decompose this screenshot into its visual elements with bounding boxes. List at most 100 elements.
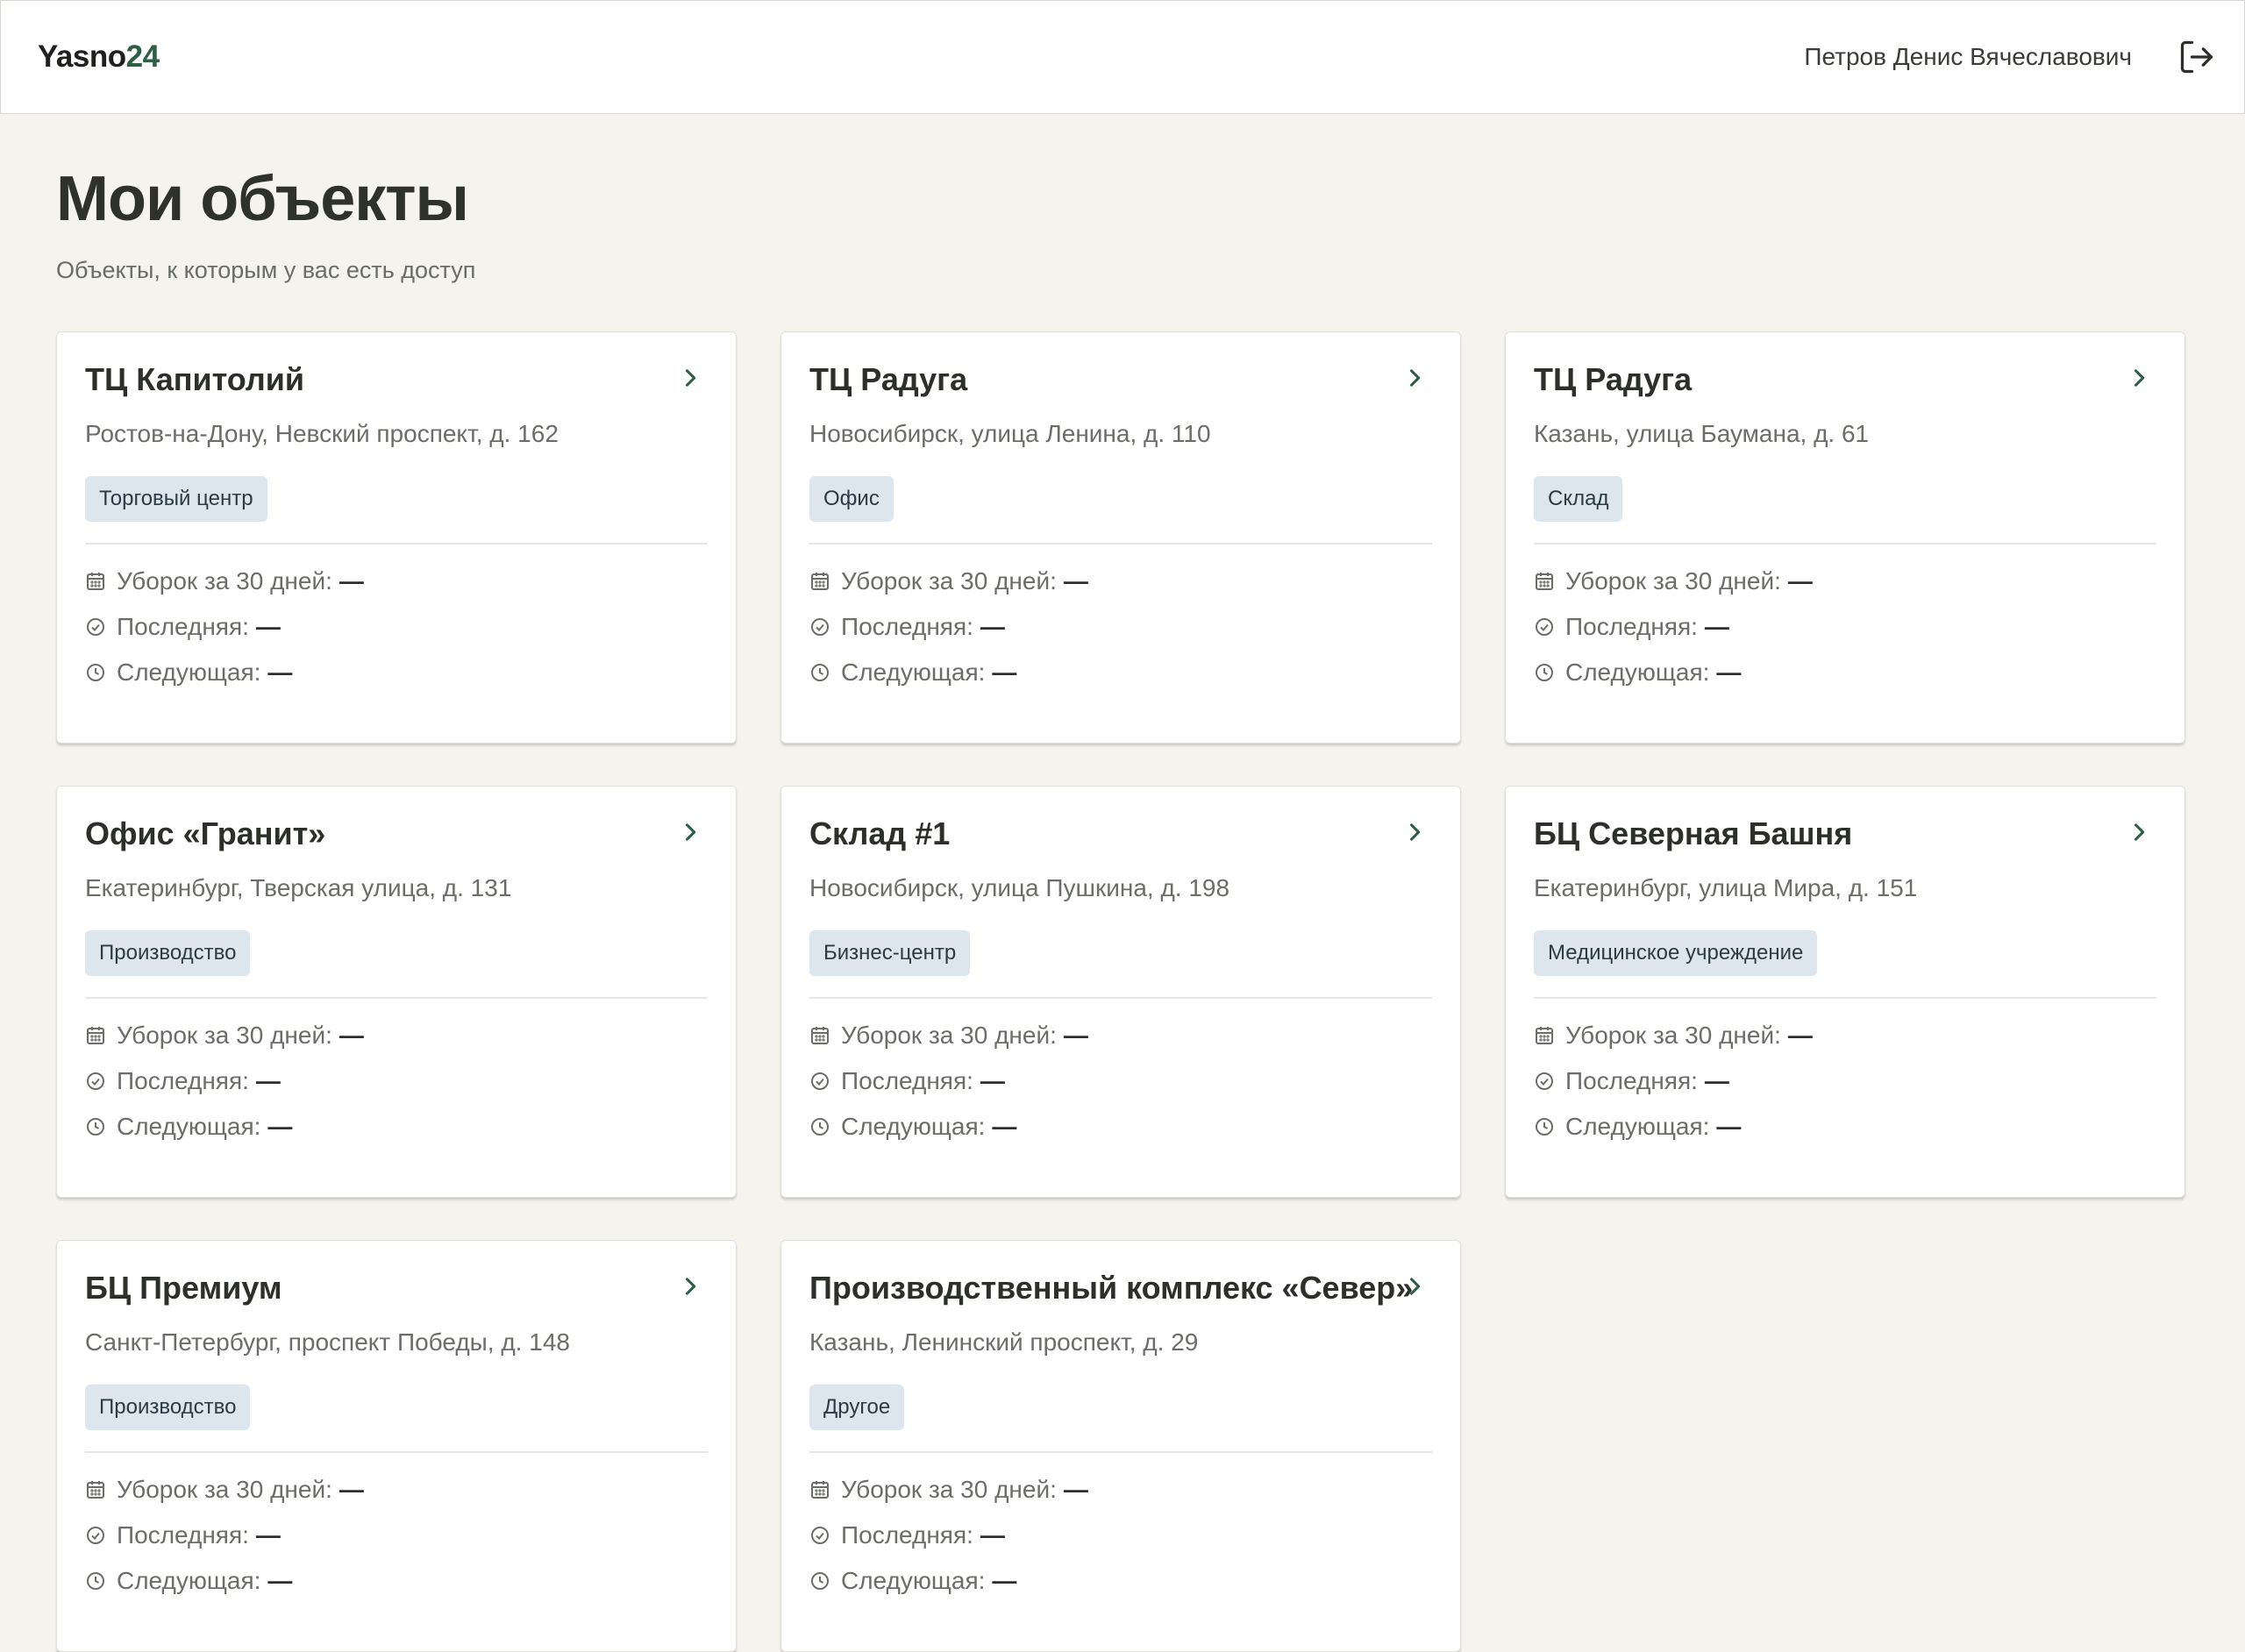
stat-value: — <box>255 613 281 640</box>
object-type-badge: Офис <box>809 476 894 522</box>
stat-label: Последняя: <box>841 1521 973 1549</box>
object-title: Офис «Гранит» <box>85 815 326 851</box>
object-address: Новосибирск, улица Ленина, д. 110 <box>809 420 1211 447</box>
check-circle-icon <box>87 618 104 636</box>
object-card[interactable]: Офис «Гранит» Екатеринбург, Тверская ули… <box>56 786 737 1198</box>
object-type-badge: Производство <box>85 1385 251 1430</box>
card-divider <box>85 543 708 545</box>
stat-cleanings: Уборок за 30 дней: — <box>809 1472 1088 1507</box>
stat-value: — <box>1787 567 1813 595</box>
stat-label: Следующая: <box>841 1113 986 1140</box>
stat-cleanings: Уборок за 30 дней: — <box>809 564 1088 599</box>
object-card[interactable]: БЦ Премиум Санкт-Петербург, проспект Поб… <box>56 1240 737 1652</box>
page-subtitle: Объекты, к которым у вас есть доступ <box>56 257 476 283</box>
chevron-right-icon[interactable] <box>678 1274 702 1299</box>
object-card[interactable]: БЦ Северная Башня Екатеринбург, улица Ми… <box>1505 786 2185 1198</box>
objects-grid: ТЦ Капитолий Ростов-на-Дону, Невский про… <box>56 331 2189 1652</box>
stat-last: Последняя: — <box>809 1064 1005 1099</box>
object-address: Санкт-Петербург, проспект Победы, д. 148 <box>85 1328 570 1356</box>
stat-next: Следующая: — <box>85 1109 292 1144</box>
stat-value: — <box>1716 659 1742 686</box>
object-title: ТЦ Радуга <box>809 361 968 397</box>
logo-text: Yasno <box>38 39 126 74</box>
object-address: Екатеринбург, улица Мира, д. 151 <box>1534 874 1918 901</box>
chevron-right-icon[interactable] <box>1402 366 1427 390</box>
stat-last: Последняя: — <box>85 1518 281 1553</box>
stat-label: Последняя: <box>117 1067 249 1094</box>
clock-icon <box>87 1572 104 1590</box>
object-address: Казань, улица Баумана, д. 61 <box>1534 420 1870 447</box>
app-logo[interactable]: Yasno24 <box>38 39 160 75</box>
logout-button[interactable] <box>2177 38 2216 76</box>
stat-value: — <box>992 659 1017 686</box>
object-type-badge: Другое <box>809 1385 905 1430</box>
chevron-right-icon[interactable] <box>678 366 702 390</box>
stat-next: Следующая: — <box>1534 655 1741 690</box>
object-title: БЦ Северная Башня <box>1534 815 1853 851</box>
object-card[interactable]: Склад #1 Новосибирск, улица Пушкина, д. … <box>780 786 1461 1198</box>
calendar-icon <box>1536 1027 1553 1044</box>
calendar-icon <box>1536 573 1553 590</box>
stat-value: — <box>1063 1022 1088 1049</box>
check-circle-icon <box>1536 1072 1553 1090</box>
clock-icon <box>1536 1118 1553 1136</box>
object-title: ТЦ Капитолий <box>85 361 304 397</box>
chevron-right-icon[interactable] <box>2127 366 2151 390</box>
object-card[interactable]: Производственный комплекс «Север» Казань… <box>780 1240 1461 1652</box>
stat-cleanings: Уборок за 30 дней: — <box>85 564 364 599</box>
chevron-right-icon[interactable] <box>678 820 702 844</box>
object-card[interactable]: ТЦ Капитолий Ростов-на-Дону, Невский про… <box>56 331 737 744</box>
user-name[interactable]: Петров Денис Вячеславович <box>1804 41 2132 73</box>
object-card[interactable]: ТЦ Радуга Новосибирск, улица Ленина, д. … <box>780 331 1461 744</box>
stat-label: Последняя: <box>117 1521 249 1549</box>
stat-label: Уборок за 30 дней: <box>117 567 332 595</box>
stat-value: — <box>1704 1067 1729 1094</box>
stat-label: Следующая: <box>841 1567 986 1594</box>
chevron-right-icon[interactable] <box>1402 1274 1427 1299</box>
stat-last: Последняя: — <box>85 1064 281 1099</box>
stat-last: Последняя: — <box>85 609 281 644</box>
stat-value: — <box>980 1521 1005 1549</box>
calendar-icon <box>811 1027 829 1044</box>
card-divider <box>85 997 708 999</box>
chevron-right-icon[interactable] <box>2127 820 2151 844</box>
stat-label: Следующая: <box>1565 659 1710 686</box>
stat-value: — <box>267 1113 293 1140</box>
stat-value: — <box>1063 567 1088 595</box>
stat-cleanings: Уборок за 30 дней: — <box>1534 564 1813 599</box>
object-type-badge: Склад <box>1534 476 1623 522</box>
stat-value: — <box>980 613 1005 640</box>
stat-label: Следующая: <box>117 659 261 686</box>
stat-label: Последняя: <box>117 613 249 640</box>
card-divider <box>1534 543 2156 545</box>
object-type-badge: Медицинское учреждение <box>1534 930 1818 976</box>
stat-value: — <box>267 1567 293 1594</box>
object-card[interactable]: ТЦ Радуга Казань, улица Баумана, д. 61 С… <box>1505 331 2185 744</box>
card-divider <box>809 997 1432 999</box>
stat-label: Последняя: <box>841 613 973 640</box>
calendar-icon <box>87 1481 104 1499</box>
stat-value: — <box>992 1567 1017 1594</box>
stat-cleanings: Уборок за 30 дней: — <box>85 1018 364 1053</box>
stat-label: Последняя: <box>1565 1067 1698 1094</box>
page-title: Мои объекты <box>56 164 469 234</box>
stat-label: Последняя: <box>1565 613 1698 640</box>
calendar-icon <box>811 1481 829 1499</box>
check-circle-icon <box>811 1072 829 1090</box>
clock-icon <box>811 1118 829 1136</box>
object-type-badge: Производство <box>85 930 251 976</box>
clock-icon <box>87 1118 104 1136</box>
logo-accent: 24 <box>125 39 160 74</box>
object-address: Ростов-на-Дону, Невский проспект, д. 162 <box>85 420 559 447</box>
stat-value: — <box>255 1067 281 1094</box>
card-divider <box>85 1451 708 1453</box>
stat-next: Следующая: — <box>809 1109 1016 1144</box>
chevron-right-icon[interactable] <box>1402 820 1427 844</box>
check-circle-icon <box>1536 618 1553 636</box>
card-divider <box>809 1451 1432 1453</box>
stat-value: — <box>339 567 364 595</box>
stat-label: Последняя: <box>841 1067 973 1094</box>
stat-label: Уборок за 30 дней: <box>117 1022 332 1049</box>
object-address: Новосибирск, улица Пушкина, д. 198 <box>809 874 1230 901</box>
object-type-badge: Торговый центр <box>85 476 267 522</box>
